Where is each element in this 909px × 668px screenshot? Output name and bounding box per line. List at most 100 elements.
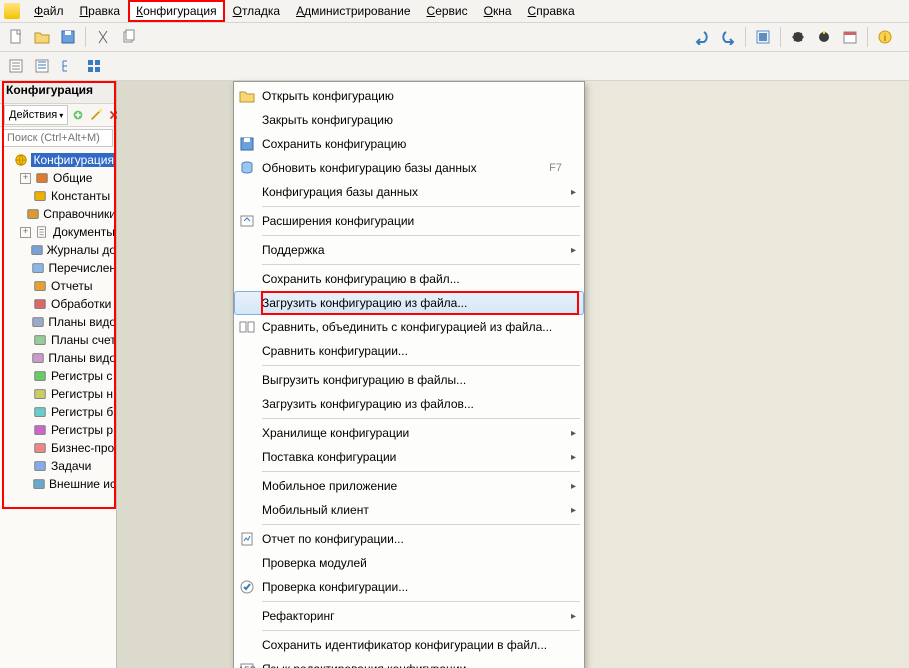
- menu-separator: [262, 206, 580, 207]
- menu-item[interactable]: Открыть конфигурацию: [234, 84, 584, 108]
- menu-item[interactable]: Закрыть конфигурацию: [234, 108, 584, 132]
- help-icon[interactable]: i: [873, 25, 897, 49]
- tree-item[interactable]: Конфигурация: [0, 151, 116, 169]
- tree-icon[interactable]: [56, 54, 80, 78]
- menu-файл[interactable]: Файл: [26, 0, 72, 22]
- expand-icon: [20, 444, 29, 453]
- menu-item-label: Сравнить конфигурации...: [258, 344, 566, 358]
- menu-item[interactable]: Проверка модулей: [234, 551, 584, 575]
- list-icon[interactable]: [30, 54, 54, 78]
- menu-item[interactable]: Мобильный клиент▸: [234, 498, 584, 522]
- menu-item[interactable]: Поддержка▸: [234, 238, 584, 262]
- submenu-arrow-icon: ▸: [566, 245, 578, 256]
- submenu-arrow-icon: ▸: [566, 452, 578, 463]
- tree-item[interactable]: Журналы до: [0, 241, 116, 259]
- tree-item[interactable]: Регистры н: [0, 385, 116, 403]
- task-icon: [32, 458, 48, 474]
- add-icon[interactable]: [70, 105, 86, 125]
- expand-icon[interactable]: +: [20, 173, 31, 184]
- save-icon[interactable]: [56, 25, 80, 49]
- menu-item-label: Сохранить идентификатор конфигурации в ф…: [258, 638, 566, 652]
- menu-item[interactable]: Хранилище конфигурации▸: [234, 421, 584, 445]
- tree-item[interactable]: Перечислен: [0, 259, 116, 277]
- ext-icon: [236, 213, 258, 229]
- sidebar-actions-button[interactable]: Действия▾: [4, 105, 68, 125]
- menu-item-label: Закрыть конфигурацию: [258, 113, 566, 127]
- open-file-icon[interactable]: [30, 25, 54, 49]
- menu-item-label: Проверка конфигурации...: [258, 580, 566, 594]
- filter-icon[interactable]: [751, 25, 775, 49]
- grid-icon[interactable]: [82, 54, 106, 78]
- tree-item[interactable]: Справочники: [0, 205, 116, 223]
- tree-item[interactable]: Регистры с: [0, 367, 116, 385]
- menu-item[interactable]: Сравнить, объединить с конфигурацией из …: [234, 315, 584, 339]
- submenu-arrow-icon: ▸: [566, 481, 578, 492]
- copy-icon[interactable]: [117, 25, 141, 49]
- menu-отладка[interactable]: Отладка: [225, 0, 288, 22]
- sidebar-actions-bar: Действия▾: [0, 104, 116, 127]
- biz-icon: [32, 440, 48, 456]
- menu-item-accel: F7: [549, 162, 566, 174]
- tree-item[interactable]: Планы видо: [0, 313, 116, 331]
- menu-item[interactable]: Проверка конфигурации...: [234, 575, 584, 599]
- wand-icon[interactable]: [88, 105, 104, 125]
- tree-item[interactable]: Бизнес-про: [0, 439, 116, 457]
- menu-item[interactable]: Сохранить конфигурацию в файл...: [234, 267, 584, 291]
- start-debug-icon[interactable]: [812, 25, 836, 49]
- search-input[interactable]: [3, 129, 113, 147]
- menu-справка[interactable]: Справка: [520, 0, 583, 22]
- expand-icon[interactable]: +: [20, 227, 31, 238]
- config-tree[interactable]: Конфигурация+Общие Константы Справочники+Д…: [0, 149, 116, 668]
- menu-separator: [262, 630, 580, 631]
- open-icon: [236, 88, 258, 104]
- tree-item[interactable]: Регистры б: [0, 403, 116, 421]
- calendar-icon[interactable]: [838, 25, 862, 49]
- menu-item[interactable]: Загрузить конфигурацию из файлов...: [234, 392, 584, 416]
- menu-окна[interactable]: Окна: [476, 0, 520, 22]
- reg4-icon: [32, 422, 48, 438]
- redo-icon[interactable]: [716, 25, 740, 49]
- menu-item[interactable]: Поставка конфигурации▸: [234, 445, 584, 469]
- menu-item[interactable]: Сохранить идентификатор конфигурации в ф…: [234, 633, 584, 657]
- menu-item[interactable]: Сравнить конфигурации...: [234, 339, 584, 363]
- menu-сервис[interactable]: Сервис: [419, 0, 476, 22]
- menu-item[interactable]: Загрузить конфигурацию из файла...: [234, 291, 584, 315]
- tree-item-label: Внешние ис: [49, 477, 116, 491]
- tree-item[interactable]: Обработки: [0, 295, 116, 313]
- undo-icon[interactable]: [690, 25, 714, 49]
- menu-item[interactable]: Отчет по конфигурации...: [234, 527, 584, 551]
- menu-правка[interactable]: Правка: [72, 0, 129, 22]
- menu-item[interactable]: Выгрузить конфигурацию в файлы...: [234, 368, 584, 392]
- menu-item[interactable]: Мобильное приложение▸: [234, 474, 584, 498]
- tree-item[interactable]: Планы счет: [0, 331, 116, 349]
- menu-item[interactable]: Сохранить конфигурацию: [234, 132, 584, 156]
- props-icon[interactable]: [4, 54, 28, 78]
- debug-icon[interactable]: [786, 25, 810, 49]
- menu-item-label: Поддержка: [258, 243, 566, 257]
- tree-item[interactable]: Внешние ис: [0, 475, 116, 493]
- menu-item[interactable]: АБВЯзык редактирования конфигурации...: [234, 657, 584, 668]
- tree-item[interactable]: Регистры р: [0, 421, 116, 439]
- tree-item[interactable]: +Документы: [0, 223, 116, 241]
- new-file-icon[interactable]: [4, 25, 28, 49]
- menu-администрирование[interactable]: Администрирование: [288, 0, 418, 22]
- tree-item[interactable]: Планы видо: [0, 349, 116, 367]
- tree-item[interactable]: +Общие: [0, 169, 116, 187]
- tree-item[interactable]: Отчеты: [0, 277, 116, 295]
- menu-item[interactable]: Обновить конфигурацию базы данныхF7: [234, 156, 584, 180]
- tree-item[interactable]: Задачи: [0, 457, 116, 475]
- tree-item[interactable]: Константы: [0, 187, 116, 205]
- menu-item-label: Мобильное приложение: [258, 479, 566, 493]
- menu-конфигурация[interactable]: Конфигурация: [128, 0, 225, 22]
- menu-item[interactable]: Расширения конфигурации: [234, 209, 584, 233]
- tree-item-label: Константы: [51, 189, 110, 203]
- tree-item-label: Обработки: [51, 297, 111, 311]
- tree-item-label: Регистры с: [51, 369, 112, 383]
- menu-item[interactable]: Рефакторинг▸: [234, 604, 584, 628]
- tree-item-label: Перечислен: [48, 261, 116, 275]
- menu-item[interactable]: Конфигурация базы данных▸: [234, 180, 584, 204]
- book-icon: [26, 206, 40, 222]
- menu-item-label: Конфигурация базы данных: [258, 185, 566, 199]
- cut-icon[interactable]: [91, 25, 115, 49]
- globe-icon: [14, 152, 28, 168]
